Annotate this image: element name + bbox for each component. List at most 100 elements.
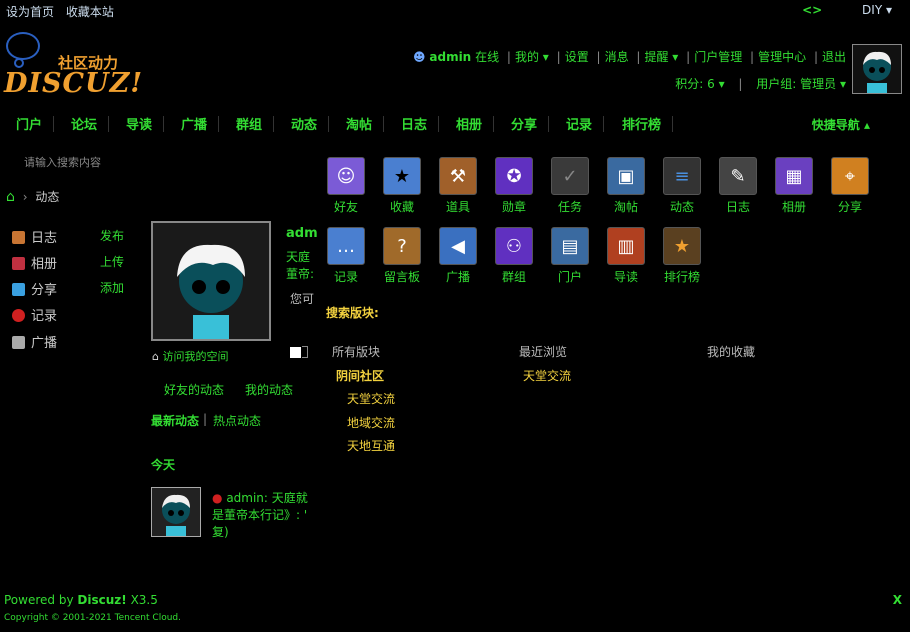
- nav-collection[interactable]: 淘帖: [346, 114, 372, 133]
- nav-ranklist[interactable]: 排行榜: [622, 114, 661, 133]
- sidebar-item-broadcast[interactable]: 广播: [12, 332, 57, 351]
- notify-label: 提醒: [644, 50, 668, 64]
- bookmark-link[interactable]: 收藏本站: [66, 5, 114, 19]
- app-label: 收藏: [374, 198, 430, 215]
- credits-menu[interactable]: 积分: 6 ▾: [675, 77, 724, 91]
- sidebar-item-blog[interactable]: 日志: [12, 227, 57, 246]
- star-icon: ★: [383, 157, 421, 195]
- tab-latest-feed[interactable]: 最新动态: [151, 412, 199, 429]
- blog-glyph: ✎: [720, 166, 756, 187]
- nav-group[interactable]: 群组: [236, 114, 262, 133]
- profile-name[interactable]: adm: [286, 226, 318, 241]
- feed-checkbox[interactable]: [290, 347, 301, 358]
- credits-label: 积分: 6: [675, 77, 715, 91]
- nav-broadcast[interactable]: 广播: [181, 114, 207, 133]
- home-icon[interactable]: ⌂: [6, 189, 15, 205]
- app-collection[interactable]: ▣ 淘帖: [598, 157, 654, 215]
- tab-hot-feed[interactable]: 热点动态: [213, 412, 261, 429]
- discuz-link[interactable]: Discuz!: [77, 593, 126, 607]
- site-logo[interactable]: 社区动力 DISCUZ!: [4, 32, 134, 102]
- nav-portal[interactable]: 门户: [16, 114, 42, 133]
- profile-hint: 您可: [290, 290, 314, 307]
- app-medals[interactable]: ✪ 勋章: [486, 157, 542, 215]
- sidebar-item-share[interactable]: 分享: [12, 279, 57, 298]
- set-home-link[interactable]: 设为首页: [6, 5, 54, 19]
- logout-link[interactable]: 退出: [822, 50, 846, 64]
- quick-nav-menu[interactable]: 快捷导航 ▴: [812, 116, 870, 133]
- feed-entry[interactable]: ● admin: 天庭就是董帝本行记》: ' 复): [212, 490, 312, 541]
- breadcrumb-current[interactable]: 动态: [35, 190, 59, 204]
- broadcast-icon: [12, 336, 25, 349]
- app-label: 广播: [430, 268, 486, 285]
- app-guestbook[interactable]: ? 留言板: [374, 227, 430, 285]
- visit-space-link[interactable]: ⌂ 访问我的空间: [152, 348, 228, 364]
- app-label: 排行榜: [654, 268, 710, 285]
- sidebar-item-label: 日志: [31, 231, 57, 246]
- tab-all-forums[interactable]: 所有版块: [332, 343, 380, 360]
- diy-button[interactable]: DIY ▾: [844, 3, 892, 17]
- nav-guide[interactable]: 导读: [126, 114, 152, 133]
- doing-bubble-icon: ●: [212, 491, 222, 505]
- feed-avatar[interactable]: [151, 487, 201, 537]
- recent-forum-item[interactable]: 天堂交流: [523, 367, 571, 384]
- app-favorites[interactable]: ★ 收藏: [374, 157, 430, 215]
- app-tasks[interactable]: ✓ 任务: [542, 157, 598, 215]
- nav-doing[interactable]: 记录: [566, 114, 592, 133]
- nav-forum[interactable]: 论坛: [71, 114, 97, 133]
- rss-glyph: ≡: [664, 166, 700, 187]
- profile-avatar[interactable]: [151, 221, 271, 341]
- app-feed[interactable]: ≡ 动态: [654, 157, 710, 215]
- footer-copyright[interactable]: Copyright © 2001-2021 Tencent Cloud.: [4, 613, 181, 623]
- footer-x-link[interactable]: X: [893, 593, 902, 607]
- settings-link[interactable]: 设置: [565, 50, 589, 64]
- tab-my-favorites[interactable]: 我的收藏: [707, 343, 755, 360]
- avatar[interactable]: [852, 44, 902, 94]
- app-blog[interactable]: ✎ 日志: [710, 157, 766, 215]
- profile-avatar-image: [153, 223, 269, 339]
- app-guide[interactable]: ▥ 导读: [598, 227, 654, 285]
- admin-center-link[interactable]: 管理中心: [758, 50, 806, 64]
- messages-link[interactable]: 消息: [605, 50, 629, 64]
- blog-publish-link[interactable]: 发布: [100, 227, 124, 244]
- portal-icon: ▤: [551, 227, 589, 265]
- forum-item[interactable]: 天堂交流: [347, 390, 395, 407]
- app-ranklist[interactable]: ★ 排行榜: [654, 227, 710, 285]
- app-props[interactable]: ⚒ 道具: [430, 157, 486, 215]
- tab-my-feed[interactable]: 我的动态: [245, 381, 293, 398]
- props-glyph: ⚒: [440, 166, 476, 187]
- nav-album[interactable]: 相册: [456, 114, 482, 133]
- portal-admin-link[interactable]: 门户管理: [694, 50, 742, 64]
- search-input[interactable]: 请输入搜索内容: [24, 154, 101, 170]
- app-portal[interactable]: ▤ 门户: [542, 227, 598, 285]
- sidebar-item-album[interactable]: 相册: [12, 253, 57, 272]
- app-broadcast[interactable]: ◀ 广播: [430, 227, 486, 285]
- online-status[interactable]: 在线: [475, 50, 499, 64]
- nav-feed[interactable]: 动态: [291, 114, 317, 133]
- forum-item[interactable]: 地域交流: [347, 414, 395, 431]
- nav-share[interactable]: 分享: [511, 114, 537, 133]
- cut-off-element: [302, 346, 308, 358]
- album-icon: ▦: [775, 157, 813, 195]
- notify-menu[interactable]: 提醒 ▾: [644, 50, 678, 64]
- app-share[interactable]: ⌖ 分享: [822, 157, 878, 215]
- album-upload-link[interactable]: 上传: [100, 253, 124, 270]
- task-icon: ✓: [551, 157, 589, 195]
- app-doing[interactable]: … 记录: [318, 227, 374, 285]
- forum-item[interactable]: 天地互通: [347, 437, 395, 454]
- app-friends[interactable]: ☺ 好友: [318, 157, 374, 215]
- my-menu[interactable]: 我的 ▾: [515, 50, 549, 64]
- app-album[interactable]: ▦ 相册: [766, 157, 822, 215]
- app-label: 群组: [486, 268, 542, 285]
- forum-group[interactable]: 阴间社区: [336, 367, 384, 384]
- usergroup-menu[interactable]: 用户组: 管理员 ▾: [756, 77, 846, 91]
- sidebar-item-doing[interactable]: 记录: [12, 305, 57, 324]
- nav-blog[interactable]: 日志: [401, 114, 427, 133]
- app-group[interactable]: ⚇ 群组: [486, 227, 542, 285]
- props-icon: ⚒: [439, 157, 477, 195]
- share-add-link[interactable]: 添加: [100, 279, 124, 296]
- username-link[interactable]: admin: [429, 50, 471, 64]
- guestbook-icon: ?: [383, 227, 421, 265]
- tab-friends-feed[interactable]: 好友的动态: [164, 381, 224, 398]
- tab-recent-forums[interactable]: 最近浏览: [519, 343, 567, 360]
- code-icon[interactable]: <>: [802, 3, 822, 17]
